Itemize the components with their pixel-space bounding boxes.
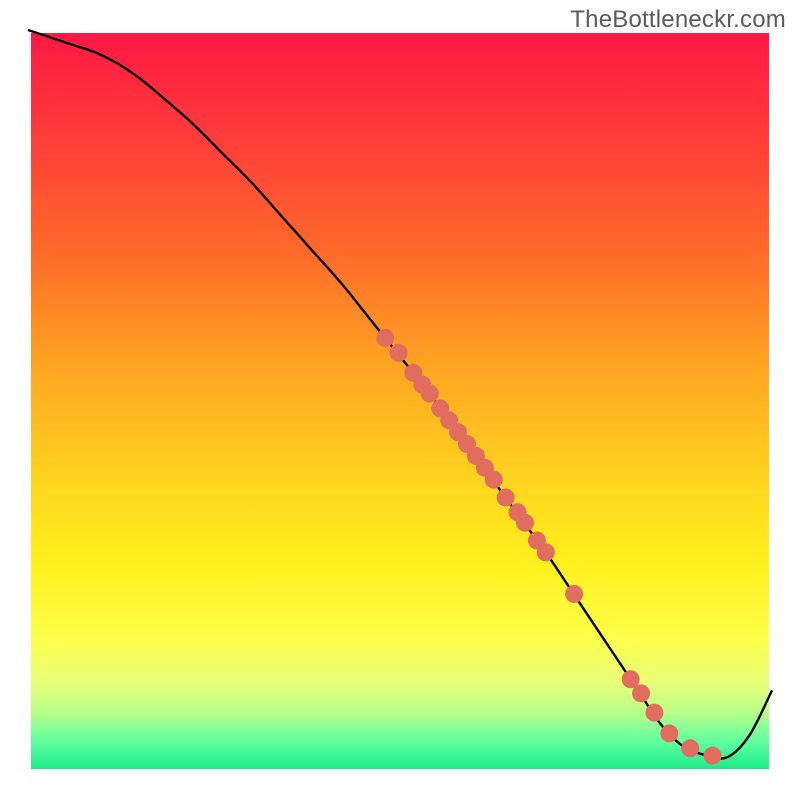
data-marker [516, 514, 534, 532]
data-marker [632, 684, 650, 702]
data-marker [537, 543, 555, 561]
plot-background [28, 30, 772, 772]
data-marker [497, 488, 515, 506]
data-marker [660, 724, 678, 742]
chart-root: TheBottleneckr.com [0, 0, 800, 800]
data-marker [485, 471, 503, 489]
data-marker [703, 747, 721, 765]
data-marker [421, 385, 439, 403]
data-marker [390, 344, 408, 362]
data-marker [565, 585, 583, 603]
data-marker [681, 739, 699, 757]
data-marker [376, 329, 394, 347]
data-marker [645, 704, 663, 722]
bottleneck-chart [0, 0, 800, 800]
